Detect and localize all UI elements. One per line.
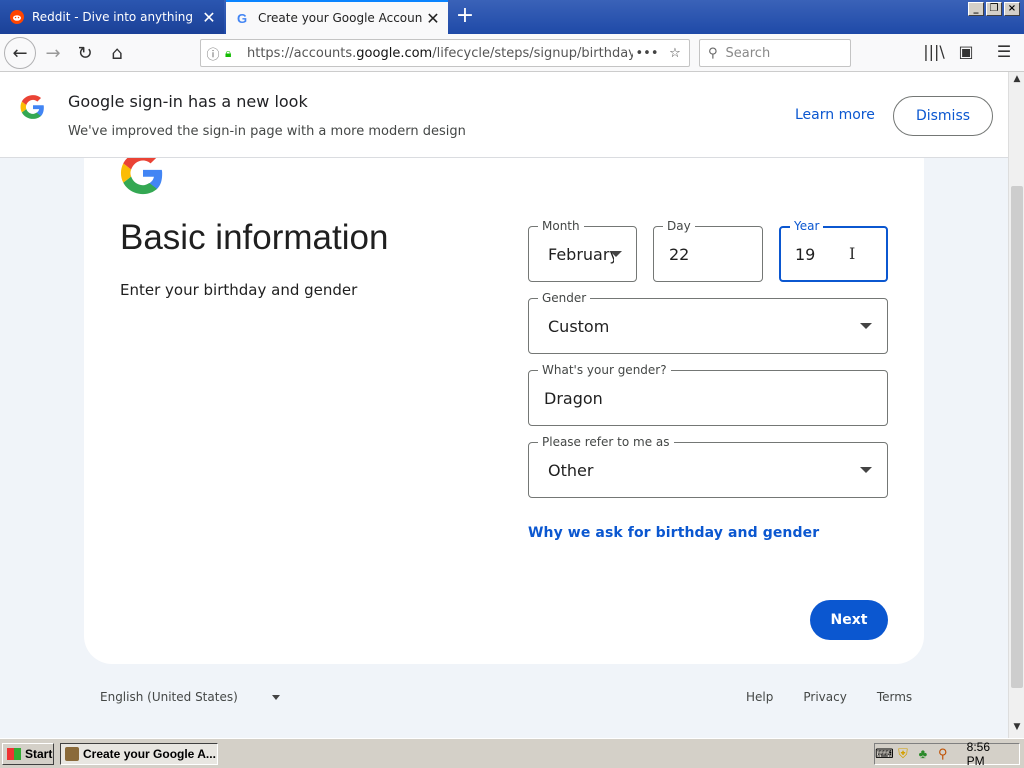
close-tab-icon[interactable]: ✕ [422,9,444,28]
search-input[interactable]: ⚲ Search [699,39,851,67]
chevron-down-icon [610,251,622,257]
gender-select[interactable]: Gender Custom [528,291,888,354]
taskbar-item-label: Create your Google A... [83,747,216,761]
arrow-right-icon: → [45,42,61,64]
reload-button[interactable]: ↻ [70,39,100,67]
text-cursor-icon: I [849,244,856,263]
menu-icon[interactable]: ☰ [992,42,1016,64]
url-text[interactable]: https://accounts.google.com/lifecycle/st… [247,46,633,61]
tab-reddit[interactable]: Reddit - Dive into anything ✕ [0,0,224,34]
start-button[interactable]: Start [2,743,54,765]
firefox-icon [65,747,79,761]
pronoun-label: Please refer to me as [538,435,674,449]
url-bar[interactable]: ⓘ 🔒︎ https://accounts.google.com/lifecyc… [200,39,690,67]
scrollbar-thumb[interactable] [1011,186,1023,688]
search-placeholder: Search [725,45,771,61]
home-button[interactable]: ⌂ [102,39,132,67]
library-icon[interactable]: |||\ [922,42,946,64]
year-label: Year [790,219,824,233]
signup-card: Basic information Enter your birthday an… [84,132,924,664]
restore-button[interactable]: ❐ [986,2,1002,16]
next-button[interactable]: Next [810,600,888,640]
scroll-down-icon[interactable]: ▼ [1011,722,1023,736]
taskbar: Start Create your Google A... ⌨ ⛨ ♣ ⚲ 8:… [0,738,1024,768]
day-field[interactable]: Day 22 [653,219,763,282]
start-label: Start [25,747,53,761]
dismiss-button[interactable]: Dismiss [893,96,993,136]
search-tray-icon[interactable]: ⚲ [935,746,951,762]
custom-gender-field[interactable]: What's your gender? Dragon [528,363,888,426]
page-scrollbar[interactable]: ▲ ▼ [1008,72,1024,738]
info-icon[interactable]: ⓘ [201,44,225,63]
taskbar-item-browser[interactable]: Create your Google A... [60,743,218,765]
back-button[interactable]: ← [4,37,36,69]
google-icon: G [237,11,247,25]
system-tray: ⌨ ⛨ ♣ ⚲ 8:56 PM [874,740,1020,768]
window-close-button[interactable]: × [1004,2,1020,16]
new-tab-button[interactable]: + [452,4,478,30]
tab-google-account[interactable]: G Create your Google Account ✕ [226,0,448,34]
reddit-icon [10,10,24,24]
browser-tab-strip: Reddit - Dive into anything ✕ G Create y… [0,0,1024,34]
language-value: English (United States) [100,690,238,704]
navigation-bar: ← → ↻ ⌂ ⓘ 🔒︎ https://accounts.google.com… [0,34,1024,72]
minimize-button[interactable]: _ [968,2,984,16]
svg-text:G: G [237,11,247,25]
lock-icon[interactable]: 🔒︎ [225,46,241,61]
tab-label: Reddit - Dive into anything [32,10,194,24]
day-value: 22 [669,245,690,264]
forward-button[interactable]: → [38,39,68,67]
windows-flag-icon [7,748,21,760]
chevron-down-icon [860,467,872,473]
chevron-down-icon [271,695,280,700]
scroll-up-icon[interactable]: ▲ [1011,74,1023,88]
custom-gender-label: What's your gender? [538,363,671,377]
help-link[interactable]: Help [746,690,773,704]
pronoun-select[interactable]: Please refer to me as Other [528,435,888,498]
year-value: 19 [795,245,816,264]
google-logo-icon [20,95,44,119]
footer-links: Help Privacy Terms [746,690,912,704]
privacy-link[interactable]: Privacy [803,690,846,704]
chevron-down-icon [860,323,872,329]
tab-label: Create your Google Account [258,11,422,25]
page-subtitle: Enter your birthday and gender [120,281,358,299]
page-viewport: Basic information Enter your birthday an… [0,72,1008,738]
banner-subtitle: We've improved the sign-in page with a m… [68,124,466,139]
keyboard-icon[interactable]: ⌨ [875,746,894,762]
network-icon[interactable]: ♣ [915,746,931,762]
page-actions-icon[interactable]: ••• [633,46,661,61]
arrow-left-icon: ← [12,42,28,64]
pronoun-value: Other [548,461,594,480]
shield-icon[interactable]: ⛨ [895,746,911,762]
terms-link[interactable]: Terms [877,690,912,704]
sidebar-icon[interactable]: ▣ [954,42,978,64]
new-look-banner: Google sign-in has a new look We've impr… [0,72,1008,158]
reload-icon: ↻ [77,42,93,64]
language-select[interactable]: English (United States) [100,690,280,704]
window-controls: _ ❐ × [968,2,1020,16]
custom-gender-value: Dragon [544,389,603,408]
home-icon: ⌂ [111,42,123,64]
year-field[interactable]: Year 19 I [779,219,888,282]
banner-title: Google sign-in has a new look [68,92,308,111]
month-select[interactable]: Month February [528,219,637,282]
page-title: Basic information [120,218,389,257]
month-value: February [548,245,614,264]
clock: 8:56 PM [966,740,990,768]
gender-value: Custom [548,317,610,336]
learn-more-link[interactable]: Learn more [795,107,875,123]
day-label: Day [663,219,695,233]
why-we-ask-link[interactable]: Why we ask for birthday and gender [528,525,819,541]
month-label: Month [538,219,584,233]
close-tab-icon[interactable]: ✕ [198,8,220,27]
gender-label: Gender [538,291,591,305]
search-icon: ⚲ [708,45,718,61]
bookmark-star-icon[interactable]: ☆ [661,46,689,61]
